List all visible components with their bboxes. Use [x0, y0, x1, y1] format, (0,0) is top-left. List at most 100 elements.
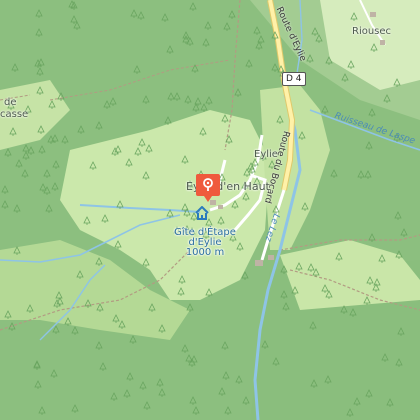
tree-icon	[71, 404, 79, 413]
tree-icon	[138, 138, 146, 147]
marker-pin-icon[interactable]	[196, 174, 220, 204]
tree-icon	[73, 21, 81, 30]
tree-icon	[173, 92, 181, 101]
tree-icon	[43, 169, 51, 178]
tree-icon	[350, 12, 358, 21]
tree-icon	[166, 209, 174, 218]
tree-icon	[189, 2, 197, 11]
tree-icon	[400, 228, 408, 237]
tree-icon	[341, 73, 349, 82]
tree-icon	[21, 169, 29, 178]
tree-icon	[231, 200, 239, 209]
tree-icon	[365, 389, 373, 398]
tree-icon	[221, 114, 229, 123]
tree-icon	[76, 270, 84, 279]
tree-icon	[9, 127, 17, 136]
tree-icon	[370, 43, 378, 52]
tree-icon	[253, 26, 261, 35]
tree-icon	[26, 304, 34, 313]
tree-icon	[222, 371, 230, 380]
map-view[interactable]: Riousec Eylie de casse Route d'Eylie Rou…	[0, 0, 420, 420]
tree-icon	[202, 38, 210, 47]
tree-icon	[158, 388, 166, 397]
tree-icon	[363, 296, 371, 305]
tree-icon	[13, 204, 21, 213]
tree-icon	[70, 15, 78, 24]
tree-icon	[295, 262, 303, 271]
tree-icon	[242, 192, 250, 201]
tree-icon	[116, 200, 124, 209]
tree-icon	[52, 160, 60, 169]
tree-icon	[330, 169, 338, 178]
tree-icon	[48, 100, 56, 109]
tree-layer	[1, 0, 408, 417]
tree-icon	[129, 335, 137, 344]
tree-icon	[15, 159, 23, 168]
tree-icon	[64, 317, 72, 326]
tree-icon	[142, 258, 150, 267]
tree-icon	[36, 67, 44, 76]
tree-icon	[205, 288, 213, 297]
tree-icon	[55, 291, 63, 300]
tree-icon	[271, 63, 279, 72]
tree-icon	[340, 305, 348, 314]
tree-icon	[95, 257, 103, 266]
tree-icon	[37, 125, 45, 134]
tree-icon	[234, 88, 242, 97]
tree-icon	[325, 56, 333, 65]
tree-icon	[164, 116, 172, 125]
tree-icon	[325, 290, 333, 299]
tree-icon	[315, 34, 323, 43]
tree-icon	[393, 78, 401, 87]
tree-icon	[57, 92, 65, 101]
tree-icon	[126, 372, 134, 381]
tree-icon	[167, 92, 175, 101]
tree-icon	[228, 10, 236, 19]
tree-icon	[298, 131, 306, 140]
tree-icon	[321, 284, 329, 293]
tree-icon	[282, 302, 290, 311]
tree-icon	[34, 380, 42, 389]
tree-icon	[218, 387, 226, 396]
hut-icon[interactable]	[195, 206, 209, 220]
tree-icon	[280, 265, 288, 274]
tree-icon	[383, 94, 391, 103]
tree-icon	[114, 240, 122, 249]
tree-icon	[137, 11, 145, 20]
tree-icon	[38, 406, 46, 415]
place-label-riousec: Riousec	[352, 26, 392, 37]
tree-icon	[139, 381, 147, 390]
tree-icon	[357, 170, 365, 179]
tree-icon	[99, 362, 107, 371]
tree-icon	[346, 408, 354, 417]
tree-icon	[309, 321, 317, 330]
tree-icon	[161, 13, 169, 22]
tree-icon	[221, 341, 229, 350]
place-label-casse: casse	[0, 109, 29, 120]
tree-icon	[95, 341, 103, 350]
tree-icon	[181, 344, 189, 353]
tree-icon	[84, 299, 92, 308]
tree-icon	[4, 148, 12, 157]
tree-icon	[101, 214, 109, 223]
tree-icon	[118, 320, 126, 329]
tree-icon	[148, 303, 156, 312]
tree-icon	[133, 65, 141, 74]
tree-icon	[272, 357, 280, 366]
tree-icon	[335, 252, 343, 261]
tree-icon	[321, 105, 329, 114]
tree-icon	[4, 310, 12, 319]
tree-icon	[35, 9, 43, 18]
tree-icon	[89, 161, 97, 170]
tree-icon	[134, 147, 142, 156]
tree-icon	[349, 308, 357, 317]
tree-icon	[166, 45, 174, 54]
tree-icon	[224, 406, 232, 415]
tree-icon	[184, 95, 192, 104]
tree-icon	[191, 64, 199, 73]
tree-icon	[109, 97, 117, 106]
tree-icon	[186, 303, 194, 312]
tree-icon	[251, 158, 259, 167]
tree-icon	[241, 271, 249, 280]
tree-icon	[223, 22, 231, 31]
